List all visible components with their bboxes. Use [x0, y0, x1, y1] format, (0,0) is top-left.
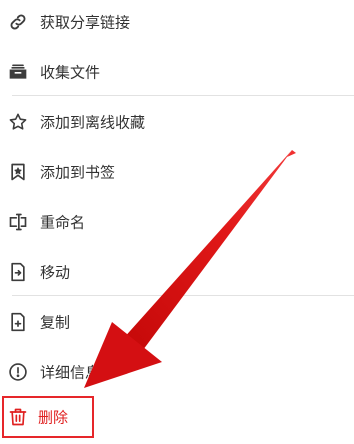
menu-item-rename[interactable]: 重命名 [0, 197, 354, 247]
menu-item-copy[interactable]: 复制 [0, 297, 354, 347]
menu-item-label: 获取分享链接 [40, 13, 131, 32]
link-icon [7, 11, 29, 33]
menu-item-label: 重命名 [40, 213, 86, 232]
bookmark-icon [7, 161, 29, 183]
menu-item-delete[interactable]: 删除 [2, 396, 94, 438]
menu-item-label: 移动 [40, 263, 71, 282]
menu-item-add-offline-favorites[interactable]: 添加到离线收藏 [0, 97, 354, 147]
menu-item-move[interactable]: 移动 [0, 247, 354, 297]
menu-item-add-bookmark[interactable]: 添加到书签 [0, 147, 354, 197]
star-icon [7, 111, 29, 133]
context-menu: 获取分享链接 收集文件 添加到离线收藏 添加到书签 重命名 移动 复制 详细信息… [0, 0, 354, 444]
menu-item-label: 添加到书签 [40, 163, 116, 182]
info-icon [7, 361, 29, 383]
menu-divider [12, 95, 354, 96]
menu-item-label: 删除 [38, 408, 69, 427]
menu-item-details[interactable]: 详细信息 [0, 347, 354, 397]
inbox-icon [7, 61, 29, 83]
menu-divider [12, 295, 354, 296]
menu-item-label: 收集文件 [40, 63, 101, 82]
menu-item-label: 复制 [40, 313, 71, 332]
copy-file-icon [7, 311, 29, 333]
menu-item-label: 添加到离线收藏 [40, 113, 146, 132]
menu-item-collect-files[interactable]: 收集文件 [0, 47, 354, 97]
move-file-icon [7, 261, 29, 283]
rename-icon [7, 211, 29, 233]
menu-item-label: 详细信息 [40, 363, 101, 382]
menu-item-get-share-link[interactable]: 获取分享链接 [0, 0, 354, 47]
trash-icon [7, 406, 29, 428]
